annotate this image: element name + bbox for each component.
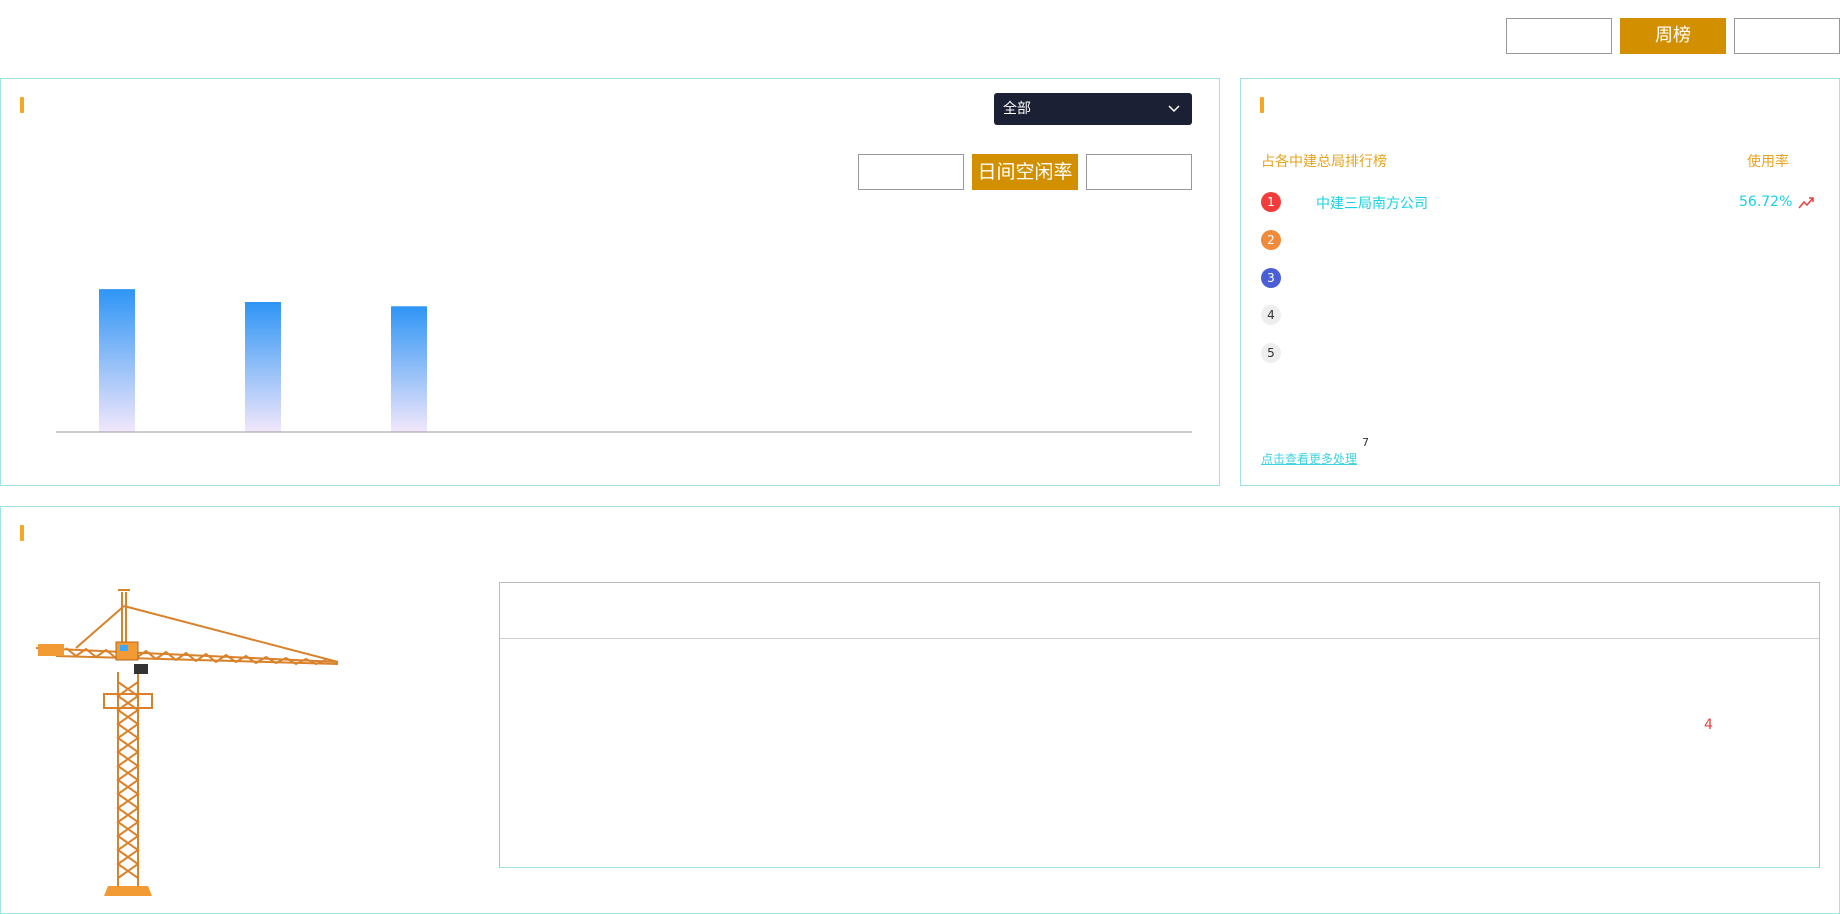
view-more-link[interactable]: 点击查看更多处理: [1261, 450, 1357, 467]
ranking-header-left: 占各中建总局排行榜: [1261, 154, 1387, 170]
ranking-header-right: 使用率: [1747, 154, 1789, 170]
chart-bar-3: [391, 306, 427, 432]
chevron-down-icon: [1168, 105, 1180, 113]
tower-crane-illustration: [36, 589, 339, 896]
device-table-value: 4: [1704, 717, 1713, 733]
category-dropdown[interactable]: 全部: [994, 93, 1192, 125]
ranking-panel-title-marker: [1260, 97, 1264, 113]
device-table-header: [500, 583, 1819, 639]
ranking-panel: [1240, 78, 1840, 486]
usage-bar-chart: [56, 289, 1192, 433]
category-dropdown-value: 全部: [1003, 101, 1031, 117]
subtab-daytime-idle-rate[interactable]: 日间空闲率: [972, 154, 1078, 190]
chart-bar-2: [245, 302, 281, 432]
rank-badge-2: 2: [1261, 230, 1281, 250]
rank-badge-4: 4: [1261, 305, 1281, 325]
trend-up-icon: [1798, 197, 1814, 209]
device-panel-title-marker: [20, 525, 24, 541]
more-count-badge: 7: [1362, 436, 1369, 449]
tab-left[interactable]: [1506, 18, 1612, 54]
tab-right[interactable]: [1734, 18, 1840, 54]
usage-panel-title-marker: [20, 97, 24, 113]
subtab-left[interactable]: [858, 154, 964, 190]
rank-badge-1: 1: [1261, 192, 1281, 212]
rank-name-1[interactable]: 中建三局南方公司: [1316, 193, 1428, 213]
chart-bar-1: [99, 289, 135, 432]
tab-weekly[interactable]: 周榜: [1620, 18, 1726, 54]
subtab-right[interactable]: [1086, 154, 1192, 190]
rank-rate-1: 56.72%: [1739, 194, 1793, 210]
rank-badge-3: 3: [1261, 268, 1281, 288]
device-table: [499, 582, 1820, 868]
rank-badge-5: 5: [1261, 343, 1281, 363]
